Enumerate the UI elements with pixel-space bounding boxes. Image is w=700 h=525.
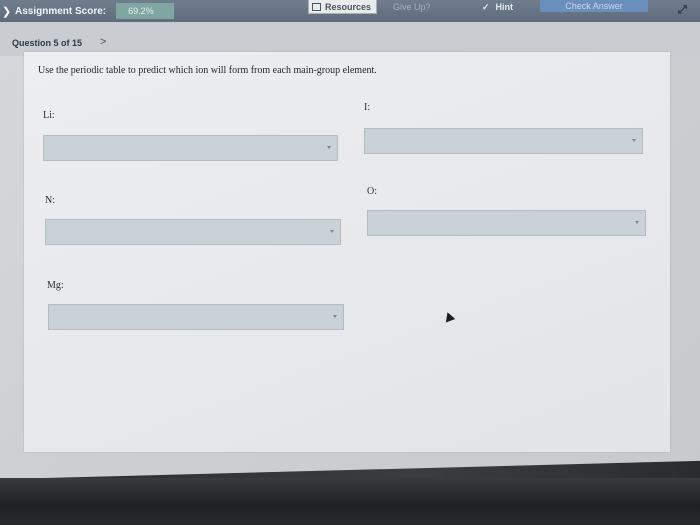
question-card: [24, 52, 670, 452]
hint-icon: ✓: [482, 1, 490, 12]
score-label: Assignment Score:: [15, 5, 107, 17]
chevron-down-icon: [327, 146, 331, 149]
score-value: 69.2%: [116, 3, 175, 19]
screen: ❯ Assignment Score: 69.2% Resources Give…: [0, 0, 700, 490]
next-question-icon[interactable]: >: [100, 36, 106, 48]
check-answer-label: Check Answer: [565, 1, 623, 11]
question-nav: Question 5 of 15 >: [0, 22, 700, 56]
toggle-arrow-icon[interactable]: ❯: [2, 5, 12, 18]
chevron-down-icon: [330, 230, 334, 233]
resources-button[interactable]: Resources: [308, 0, 377, 14]
give-up-label: Give Up?: [393, 2, 431, 12]
hint-label: Hint: [495, 2, 514, 12]
question-prompt: Use the periodic table to predict which …: [38, 65, 377, 76]
n-label: N:: [45, 195, 55, 206]
assignment-toolbar: ❯ Assignment Score: 69.2% Resources Give…: [0, 0, 700, 22]
li-ion-select[interactable]: [43, 135, 338, 161]
hint-button[interactable]: ✓ Hint: [482, 0, 513, 14]
mg-label: Mg:: [47, 280, 64, 291]
n-ion-select[interactable]: [45, 219, 341, 245]
check-answer-button[interactable]: Check Answer: [540, 0, 648, 12]
o-label: O:: [367, 186, 377, 197]
li-label: Li:: [43, 110, 55, 121]
assignment-score: ❯ Assignment Score: 69.2%: [0, 0, 175, 22]
o-ion-select[interactable]: [367, 210, 646, 236]
chevron-down-icon: [333, 315, 337, 318]
i-label: I:: [364, 102, 371, 113]
expand-icon[interactable]: ⤢: [678, 3, 687, 17]
chevron-down-icon: [635, 221, 639, 224]
give-up-button[interactable]: Give Up?: [393, 0, 431, 14]
i-ion-select[interactable]: [364, 128, 643, 154]
resources-label: Resources: [325, 1, 372, 12]
resources-icon: [312, 2, 321, 11]
monitor-bezel: [0, 478, 700, 525]
chevron-down-icon: [632, 139, 636, 142]
mg-ion-select[interactable]: [48, 304, 344, 330]
question-counter: Question 5 of 15: [12, 38, 83, 48]
